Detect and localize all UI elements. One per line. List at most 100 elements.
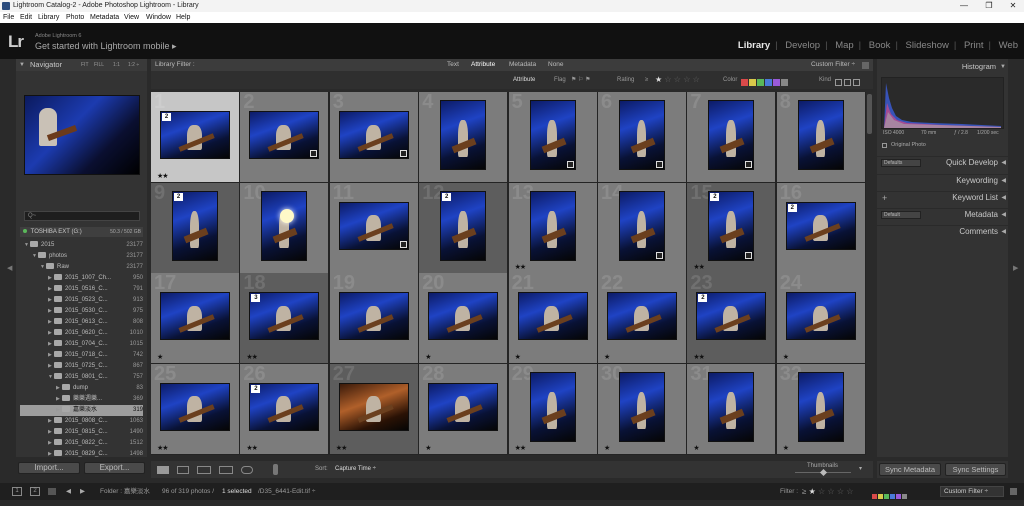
stack-count-badge[interactable]: 3 bbox=[251, 294, 261, 302]
scrollbar-thumb[interactable] bbox=[867, 94, 872, 134]
loupe-view-icon[interactable] bbox=[177, 466, 189, 474]
grid-cell[interactable]: 1 2 ★★ bbox=[151, 92, 239, 182]
forward-arrow-icon[interactable]: ▶ bbox=[80, 483, 85, 500]
photo-thumbnail[interactable] bbox=[338, 292, 409, 340]
star-rating[interactable]: ★★ bbox=[693, 263, 705, 271]
original-photo-checkbox[interactable] bbox=[882, 143, 887, 148]
menu-file[interactable]: File bbox=[3, 12, 14, 23]
edited-badge-icon[interactable] bbox=[745, 161, 753, 168]
star-rating[interactable]: ★★ bbox=[246, 353, 258, 361]
edited-badge-icon[interactable] bbox=[399, 240, 407, 248]
filter-tab-none[interactable]: None bbox=[548, 59, 564, 71]
right-section-quick-develop[interactable]: Defaults Quick Develop ◀ bbox=[877, 156, 1008, 168]
rating-stars[interactable]: ★ ☆ ☆ ☆ ☆ bbox=[655, 71, 700, 89]
right-panel-toggle[interactable]: ▶ bbox=[1012, 59, 1020, 457]
grid-cell[interactable]: 29 ★★ bbox=[508, 363, 597, 454]
grid-cell[interactable]: 30 ★ bbox=[598, 363, 686, 454]
grid-cell[interactable]: 16 2 bbox=[776, 182, 865, 273]
toolbar-menu-icon[interactable]: ▾ bbox=[859, 461, 862, 478]
back-arrow-icon[interactable]: ◀ bbox=[66, 483, 71, 500]
folder-row[interactable]: ▶ 嘉樂淡水 319 bbox=[20, 405, 143, 416]
filmstrip-rating-filter[interactable]: ≥ ★ ☆ ☆ ☆ ☆ bbox=[802, 483, 853, 500]
close-button[interactable]: ✕ bbox=[1005, 0, 1021, 12]
zoom-1-1[interactable]: 1:1 bbox=[113, 59, 120, 71]
photo-thumbnail[interactable] bbox=[619, 100, 665, 170]
photo-thumbnail[interactable] bbox=[619, 371, 665, 442]
folder-filter-input[interactable]: Q~ bbox=[24, 211, 140, 221]
photo-thumbnail[interactable] bbox=[249, 111, 320, 159]
folder-row[interactable]: ▶ 2015_0815_C... 1490 bbox=[20, 427, 143, 438]
volume-row[interactable]: TOSHIBA EXT (G:) 50.3 / 502 GB bbox=[20, 227, 143, 237]
stack-count-badge[interactable]: 2 bbox=[251, 384, 261, 393]
folder-row[interactable]: ▶ 2015_0718_C... 742 bbox=[20, 350, 143, 361]
folder-row[interactable]: ▼ photos 23177 bbox=[20, 251, 143, 262]
photo-thumbnail[interactable] bbox=[338, 111, 409, 159]
grid-cell[interactable]: 12 2 bbox=[419, 182, 508, 273]
grid-cell[interactable]: 17 ★ bbox=[151, 273, 239, 363]
edited-badge-icon[interactable] bbox=[656, 161, 663, 168]
grid-cell[interactable]: 10 bbox=[240, 182, 329, 273]
spray-can-icon[interactable] bbox=[273, 464, 278, 475]
photo-thumbnail[interactable] bbox=[708, 100, 755, 170]
photo-thumbnail[interactable] bbox=[440, 100, 487, 170]
grid-cell[interactable]: 32 ★ bbox=[776, 363, 865, 454]
color-label-swatches[interactable] bbox=[741, 76, 791, 86]
star-rating[interactable]: ★ bbox=[425, 444, 431, 452]
right-section-keywording[interactable]: Keywording ◀ bbox=[877, 174, 1008, 186]
export-button[interactable]: Export... bbox=[84, 462, 145, 474]
module-print[interactable]: Print bbox=[964, 40, 984, 51]
filter-tab-attribute[interactable]: Attribute bbox=[471, 59, 495, 71]
photo-thumbnail[interactable] bbox=[797, 371, 844, 442]
module-develop[interactable]: Develop bbox=[785, 40, 820, 51]
grid-cell[interactable]: 19 bbox=[329, 273, 418, 363]
photo-thumbnail[interactable] bbox=[338, 201, 409, 250]
selected-file[interactable]: /D35_6441-Edit.tif ÷ bbox=[258, 483, 315, 500]
left-panel-toggle[interactable]: ◀ bbox=[6, 59, 14, 457]
folder-row[interactable]: ▶ 2015_0808_C... 1063 bbox=[20, 416, 143, 427]
module-book[interactable]: Book bbox=[869, 40, 891, 51]
folder-row[interactable]: ▼ Raw 23177 bbox=[20, 262, 143, 273]
stack-count-badge[interactable]: 2 bbox=[162, 113, 171, 121]
star-rating[interactable]: ★ bbox=[783, 353, 789, 361]
grid-cell[interactable]: 21 ★ bbox=[508, 273, 597, 363]
lock-icon[interactable] bbox=[862, 62, 869, 69]
menu-help[interactable]: Help bbox=[176, 12, 190, 23]
folder-row[interactable]: ▶ 2015_0516_C... 791 bbox=[20, 284, 143, 295]
star-rating[interactable]: ★★ bbox=[246, 444, 258, 452]
zoom-1-2[interactable]: 1:2 ÷ bbox=[128, 59, 139, 71]
edited-badge-icon[interactable] bbox=[656, 251, 663, 259]
photo-thumbnail[interactable] bbox=[529, 371, 576, 442]
photo-thumbnail[interactable] bbox=[708, 371, 755, 442]
grid-cell[interactable]: 31 ★ bbox=[687, 363, 776, 454]
module-library[interactable]: Library bbox=[738, 40, 770, 51]
photo-thumbnail[interactable] bbox=[338, 382, 409, 431]
maximize-button[interactable]: ❐ bbox=[981, 0, 997, 12]
photo-thumbnail[interactable] bbox=[160, 292, 230, 340]
survey-view-icon[interactable] bbox=[219, 466, 233, 474]
sort-select[interactable]: Capture Time ÷ bbox=[335, 461, 376, 478]
photo-thumbnail[interactable] bbox=[261, 190, 308, 261]
stack-count-badge[interactable]: 2 bbox=[698, 294, 708, 302]
edited-badge-icon[interactable] bbox=[310, 150, 318, 157]
grid-cell[interactable]: 11 bbox=[329, 182, 418, 273]
folder-row[interactable]: ▶ 2015_0822_C... 1512 bbox=[20, 438, 143, 449]
menu-library[interactable]: Library bbox=[38, 12, 59, 23]
flag-filter-icons[interactable]: ⚑ ⚐ ⚑ bbox=[571, 71, 590, 89]
photo-thumbnail[interactable] bbox=[797, 100, 844, 170]
folder-row[interactable]: ▼ 2015_0801_C... 757 bbox=[20, 372, 143, 383]
preset-select[interactable]: Default bbox=[881, 211, 921, 219]
grid-cell[interactable]: 20 ★ bbox=[419, 273, 508, 363]
menu-photo[interactable]: Photo bbox=[66, 12, 84, 23]
star-rating[interactable]: ★ bbox=[515, 353, 521, 361]
module-web[interactable]: Web bbox=[999, 40, 1018, 51]
grid-cell[interactable]: 5 bbox=[508, 92, 597, 182]
grid-icon[interactable] bbox=[48, 488, 56, 495]
grid-cell[interactable]: 6 bbox=[598, 92, 686, 182]
grid-cell[interactable]: 22 ★ bbox=[598, 273, 686, 363]
lock-icon[interactable] bbox=[1010, 488, 1017, 495]
edited-badge-icon[interactable] bbox=[399, 150, 407, 157]
grid-cell[interactable]: 25 ★★ bbox=[151, 363, 239, 454]
folder-row[interactable]: ▶ 2015_1007_Ch... 950 bbox=[20, 273, 143, 284]
rating-operator[interactable]: ≥ bbox=[645, 71, 648, 89]
star-rating[interactable]: ★★ bbox=[693, 353, 705, 361]
